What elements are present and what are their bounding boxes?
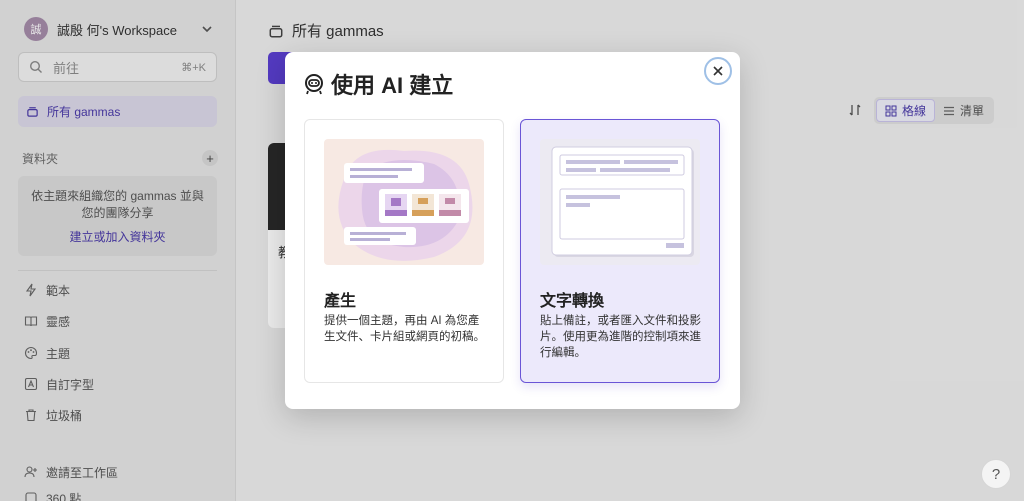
- dialog-title: 使用 AI 建立: [303, 68, 453, 100]
- paste-text-option-card[interactable]: 文字轉換 貼上備註，或者匯入文件和投影片。使用更為進階的控制項來進行編輯。: [520, 119, 720, 383]
- help-button[interactable]: ?: [981, 459, 1011, 489]
- create-with-ai-dialog: 使用 AI 建立 產生 提供一個主題，再由 AI 為您產生文件、卡片組或網頁的初…: [285, 52, 740, 409]
- close-icon: [713, 66, 723, 76]
- close-button[interactable]: [704, 57, 732, 85]
- generate-illustration: [324, 139, 484, 265]
- paste-text-description: 貼上備註，或者匯入文件和投影片。使用更為進階的控制項來進行編輯。: [540, 315, 701, 359]
- generate-description: 提供一個主題，再由 AI 為您產生文件、卡片組或網頁的初稿。: [324, 315, 485, 343]
- robot-icon: [305, 74, 323, 95]
- generate-option-card[interactable]: 產生 提供一個主題，再由 AI 為您產生文件、卡片組或網頁的初稿。: [304, 119, 504, 383]
- paste-text-title: 文字轉換: [540, 293, 605, 310]
- generate-title: 產生: [324, 293, 357, 310]
- paste-text-illustration: [540, 139, 700, 265]
- dialog-title-text: 使用 AI 建立: [331, 73, 454, 98]
